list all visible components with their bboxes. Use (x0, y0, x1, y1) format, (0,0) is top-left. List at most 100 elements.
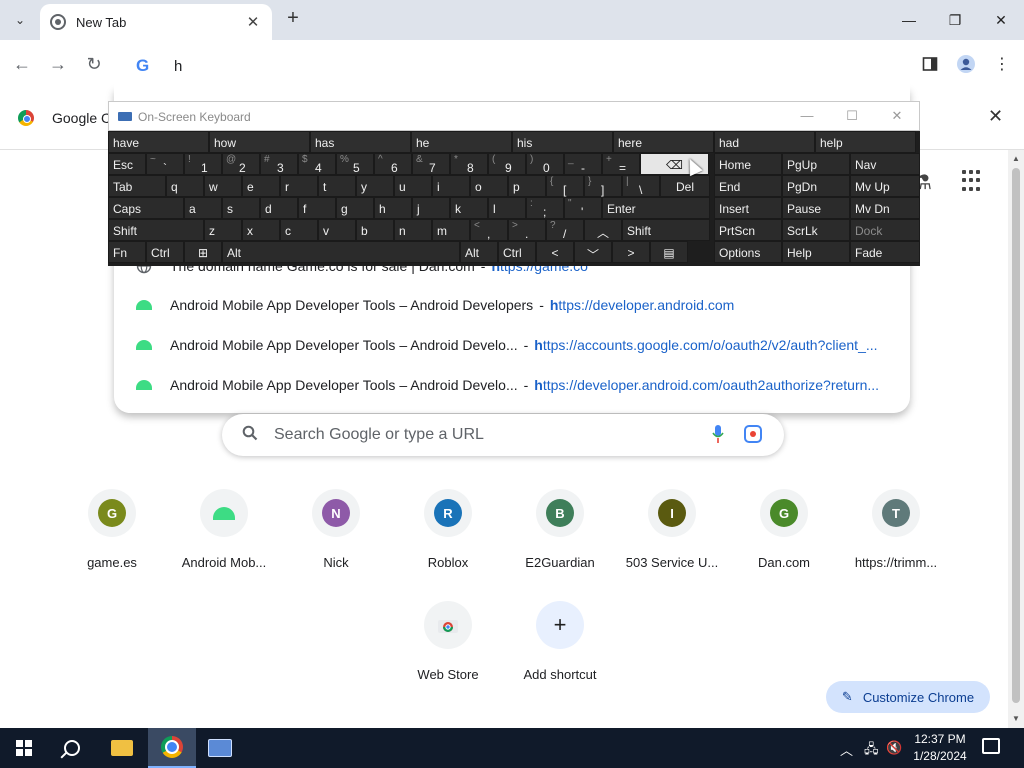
key-pause[interactable]: Pause (782, 197, 850, 219)
key-4[interactable]: $4 (298, 153, 336, 175)
key-alt-r[interactable]: Alt (460, 241, 498, 263)
notification-center-icon[interactable] (982, 738, 1000, 754)
key--[interactable]: _ - (564, 153, 602, 175)
key-=[interactable]: + = (602, 153, 640, 175)
key-nav[interactable]: Nav (850, 153, 920, 175)
profile-avatar-icon[interactable] (954, 52, 978, 76)
prediction-how[interactable]: how (209, 131, 310, 153)
key-home[interactable]: Home (714, 153, 782, 175)
infobar-close-icon[interactable]: ✕ (988, 106, 1003, 127)
key-options[interactable]: Options (714, 241, 782, 263)
key-3[interactable]: #3 (260, 153, 298, 175)
volume-muted-icon[interactable]: 🔇 (886, 740, 902, 756)
forward-arrow-icon[interactable]: → (46, 52, 70, 76)
prediction-here[interactable]: here (613, 131, 714, 153)
key-d[interactable]: d (260, 197, 298, 219)
key-f[interactable]: f (298, 197, 336, 219)
key-`[interactable]: ~ ` (146, 153, 184, 175)
key-scrlk[interactable]: ScrLk (782, 219, 850, 241)
key-del[interactable]: Del (660, 175, 710, 197)
key-tab[interactable]: Tab (108, 175, 166, 197)
window-restore-button[interactable]: ❐ (932, 6, 978, 34)
page-scrollbar[interactable]: ▲ ▼ (1008, 150, 1024, 728)
key-t[interactable]: t (318, 175, 356, 197)
shortcut-tile[interactable]: Android Mob... (168, 489, 280, 589)
key-8[interactable]: * 8 (450, 153, 488, 175)
prediction-has[interactable]: has (310, 131, 411, 153)
prediction-had[interactable]: had (714, 131, 815, 153)
taskbar-on-screen-keyboard[interactable] (196, 728, 244, 768)
key-shift[interactable]: Shift (108, 219, 204, 241)
taskbar-file-explorer[interactable] (98, 728, 146, 768)
key-end[interactable]: End (714, 175, 782, 197)
key-m[interactable]: m (432, 219, 470, 241)
key-o[interactable]: o (470, 175, 508, 197)
key-l[interactable]: l (488, 197, 526, 219)
key-2[interactable]: @2 (222, 153, 260, 175)
key-y[interactable]: y (356, 175, 394, 197)
taskbar-chrome[interactable] (148, 728, 196, 768)
shortcut-tile[interactable]: T https://trimm... (840, 489, 952, 589)
shortcut-tile[interactable]: I 503 Service U... (616, 489, 728, 589)
key-0[interactable]: ) 0 (526, 153, 564, 175)
shortcut-tile[interactable]: N Nick (280, 489, 392, 589)
key-b[interactable]: b (356, 219, 394, 241)
scroll-thumb[interactable] (1012, 168, 1020, 703)
microphone-icon[interactable] (712, 424, 724, 444)
key-alt[interactable]: Alt (222, 241, 460, 263)
key-6[interactable]: ^ 6 (374, 153, 412, 175)
shortcut-tile[interactable]: B E2Guardian (504, 489, 616, 589)
key-prtscn[interactable]: PrtScn (714, 219, 782, 241)
google-apps-grid-icon[interactable] (962, 170, 984, 192)
google-search-box[interactable] (222, 414, 784, 456)
key-g[interactable]: g (336, 197, 374, 219)
key-mv-dn[interactable]: Mv Dn (850, 197, 920, 219)
osk-close-button[interactable]: ✕ (887, 108, 907, 124)
prediction-help[interactable]: help (815, 131, 916, 153)
key-shift-right[interactable]: Shift (622, 219, 710, 241)
key-down[interactable]: ﹀ (574, 241, 612, 263)
prediction-he[interactable]: he (411, 131, 512, 153)
prediction-have[interactable]: have (108, 131, 209, 153)
key-i[interactable]: i (432, 175, 470, 197)
prediction-his[interactable]: his (512, 131, 613, 153)
start-button[interactable] (0, 728, 48, 768)
key-x[interactable]: x (242, 219, 280, 241)
new-tab-button[interactable]: + (282, 8, 304, 30)
suggestion-item[interactable]: Android Mobile App Developer Tools – And… (114, 285, 910, 325)
omnibox[interactable]: G h (114, 44, 910, 88)
taskbar-search-button[interactable] (48, 728, 96, 768)
key-p[interactable]: p (508, 175, 546, 197)
menu-kebab-icon[interactable]: ⋮ (990, 52, 1014, 76)
network-icon[interactable]: 🖧 (864, 740, 879, 762)
key-menu[interactable]: ▤ (650, 241, 688, 263)
key-w[interactable]: w (204, 175, 242, 197)
key-5[interactable]: % 5 (336, 153, 374, 175)
key-pgup[interactable]: PgUp (782, 153, 850, 175)
key-z[interactable]: z (204, 219, 242, 241)
key-s[interactable]: s (222, 197, 260, 219)
key-ctrl[interactable]: Ctrl (146, 241, 184, 263)
key-c[interactable]: c (280, 219, 318, 241)
key-insert[interactable]: Insert (714, 197, 782, 219)
search-input[interactable] (274, 426, 694, 444)
omnibox-input-text[interactable]: h (174, 58, 182, 75)
shortcut-tile[interactable]: R Roblox (392, 489, 504, 589)
key-pgdn[interactable]: PgDn (782, 175, 850, 197)
scroll-down-arrow-icon[interactable]: ▼ (1011, 714, 1021, 723)
key-fade[interactable]: Fade (850, 241, 920, 263)
key-dock[interactable]: Dock (850, 219, 920, 241)
key-ctrl-r[interactable]: Ctrl (498, 241, 536, 263)
key-comma[interactable]: <, (470, 219, 508, 241)
tab-new-tab[interactable]: New Tab ✕ (40, 4, 272, 40)
key-n[interactable]: n (394, 219, 432, 241)
key-arrow-up[interactable]: ︿ (584, 219, 622, 241)
side-panel-icon[interactable] (918, 52, 942, 76)
key-[[interactable]: {[ (546, 175, 584, 197)
key-Esc[interactable]: Esc (108, 153, 146, 175)
key-semicolon[interactable]: :; (526, 197, 564, 219)
key-enter[interactable]: Enter (602, 197, 710, 219)
google-lens-icon[interactable] (744, 425, 762, 443)
tab-close-icon[interactable]: ✕ (244, 13, 262, 31)
osk-maximize-button[interactable]: ☐ (842, 108, 862, 124)
